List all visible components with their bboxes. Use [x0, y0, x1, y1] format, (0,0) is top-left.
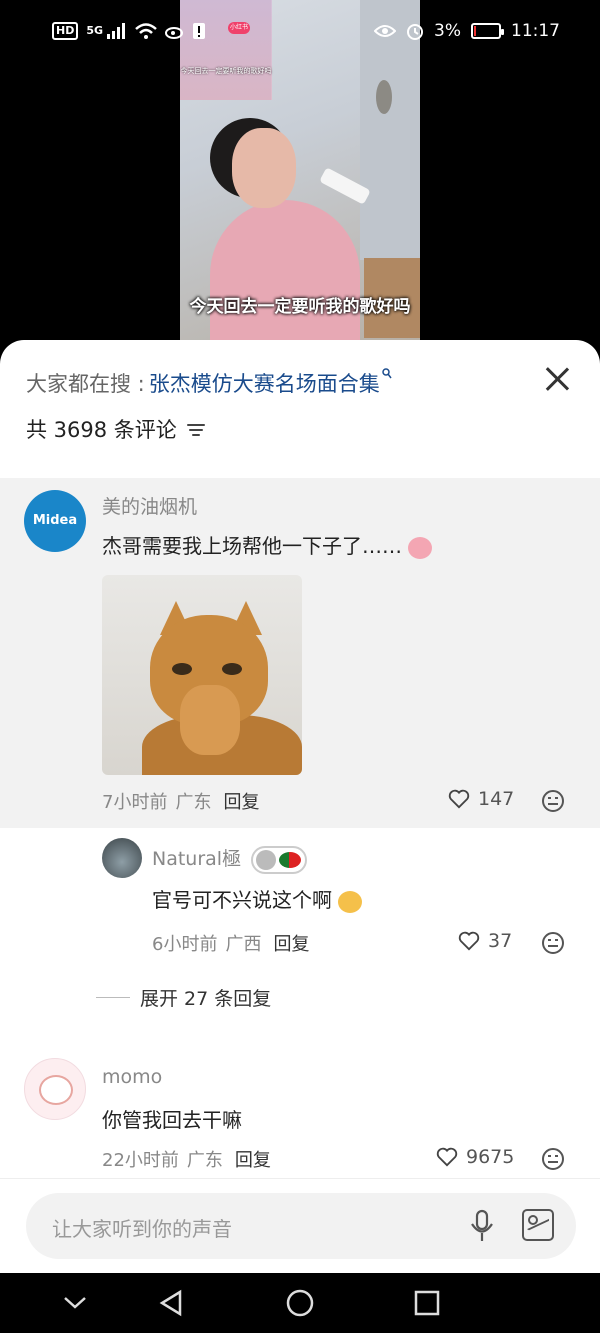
- thumbnail-caption: 今天回去一定要听我的歌好吗: [180, 67, 272, 75]
- avatar[interactable]: Midea: [24, 490, 86, 552]
- like-count: 9675: [466, 1146, 515, 1168]
- cat-paw: [180, 685, 240, 755]
- reply-text-row: 官号可不兴说这个啊: [152, 884, 363, 913]
- video-person-body: [210, 200, 360, 340]
- trending-search[interactable]: 大家都在搜 : 张杰模仿大赛名场面合集: [26, 368, 392, 398]
- video-subtitle: 今天回去一定要听我的歌好吗: [189, 297, 411, 317]
- reply-text: 官号可不兴说这个啊: [152, 888, 332, 912]
- comment-text-row: 杰哥需要我上场帮他一下子了……: [102, 530, 433, 559]
- comment-input-placeholder: 让大家听到你的声音: [52, 1217, 232, 1241]
- status-right: 3% 11:17: [374, 21, 560, 41]
- avatar-face: [39, 1075, 73, 1105]
- cat-eye-right: [222, 663, 242, 675]
- reply-time: 6小时前: [152, 934, 218, 955]
- comment-sheet: 大家都在搜 : 张杰模仿大赛名场面合集 共 3698 条评论 Midea 美的油…: [0, 340, 600, 1273]
- search-icon: [382, 368, 392, 383]
- like-count: 147: [478, 788, 515, 810]
- expand-replies-button[interactable]: 展开 27 条回复: [96, 984, 271, 1011]
- comment-input-bar: 让大家听到你的声音: [0, 1178, 600, 1273]
- heart-icon: [458, 931, 480, 951]
- weibo-icon: [164, 27, 183, 39]
- emoji-icon[interactable]: [542, 1148, 564, 1170]
- reply-button[interactable]: 回复: [235, 1146, 271, 1172]
- comment-text: 你管我回去干嘛: [102, 1108, 242, 1132]
- comment-meta: 7小时前 广东 回复: [102, 788, 259, 814]
- avatar[interactable]: [102, 838, 142, 878]
- comment-username[interactable]: momo: [102, 1066, 162, 1088]
- system-nav-bar: [0, 1273, 600, 1333]
- comment-count: 共 3698 条评论: [26, 418, 177, 442]
- comment-time: 22小时前: [102, 1150, 179, 1171]
- video-person-face: [232, 128, 296, 208]
- football-icon: [256, 849, 277, 870]
- avatar[interactable]: [24, 1058, 86, 1120]
- microphone-icon[interactable]: [470, 1209, 494, 1243]
- heart-icon: [436, 1147, 458, 1167]
- video-wall-clock: [376, 80, 392, 114]
- status-left: HD 5G: [52, 22, 205, 40]
- pink-face-emoji-icon: [408, 536, 433, 559]
- comment-image[interactable]: [102, 575, 302, 775]
- reply-username-row: Natural極: [152, 844, 308, 874]
- battery-fill: [474, 26, 476, 36]
- image-icon[interactable]: [522, 1209, 554, 1241]
- comment-username[interactable]: 美的油烟机: [102, 492, 197, 519]
- like-button[interactable]: 147: [448, 788, 514, 810]
- reply-location: 广西: [225, 934, 262, 955]
- comment-time: 7小时前: [102, 792, 168, 813]
- comment-location: 广东: [175, 792, 212, 813]
- filter-icon[interactable]: [186, 421, 207, 437]
- trending-search-term[interactable]: 张杰模仿大赛名场面合集: [149, 368, 380, 398]
- reply-meta: 6小时前 广西 回复: [152, 930, 309, 956]
- recents-icon[interactable]: [414, 1289, 440, 1317]
- yellow-face-emoji-icon: [338, 890, 363, 913]
- alarm-icon: [407, 24, 424, 40]
- reply-button[interactable]: 回复: [273, 930, 309, 956]
- signal-icon: 5G: [86, 23, 127, 39]
- wifi-icon: [135, 23, 157, 39]
- close-icon[interactable]: [544, 366, 570, 392]
- cat-eye-left: [172, 663, 192, 675]
- battery-percent: 3%: [434, 21, 461, 41]
- portugal-flag-icon: [279, 851, 302, 868]
- like-button[interactable]: 37: [458, 930, 512, 952]
- heart-icon: [448, 789, 470, 809]
- alert-icon: [192, 23, 205, 39]
- like-button[interactable]: 9675: [436, 1146, 514, 1168]
- status-bar: HD 5G 3% 11:17: [0, 0, 600, 62]
- comment-text: 杰哥需要我上场帮他一下子了……: [102, 534, 402, 558]
- comment-count-row: 共 3698 条评论: [26, 414, 207, 444]
- emoji-icon[interactable]: [542, 932, 564, 954]
- comment-meta: 22小时前 广东 回复: [102, 1146, 271, 1172]
- home-icon[interactable]: [286, 1289, 314, 1317]
- hd-badge: HD: [52, 22, 79, 40]
- team-badge-icon: [251, 845, 308, 874]
- chevron-down-icon[interactable]: [62, 1295, 88, 1311]
- back-icon[interactable]: [158, 1289, 184, 1317]
- emoji-icon[interactable]: [542, 790, 564, 812]
- reply-button[interactable]: 回复: [223, 788, 259, 814]
- battery-icon: [471, 23, 504, 39]
- expand-replies-label: 展开 27 条回复: [140, 988, 272, 1010]
- comment-location: 广东: [186, 1150, 223, 1171]
- reply-username[interactable]: Natural極: [152, 848, 241, 870]
- eye-icon: [374, 25, 397, 37]
- trending-search-prefix: 大家都在搜 :: [26, 372, 145, 396]
- comment-input[interactable]: 让大家听到你的声音: [26, 1193, 576, 1259]
- divider: [96, 997, 130, 998]
- clock-time: 11:17: [511, 21, 560, 41]
- like-count: 37: [488, 930, 513, 952]
